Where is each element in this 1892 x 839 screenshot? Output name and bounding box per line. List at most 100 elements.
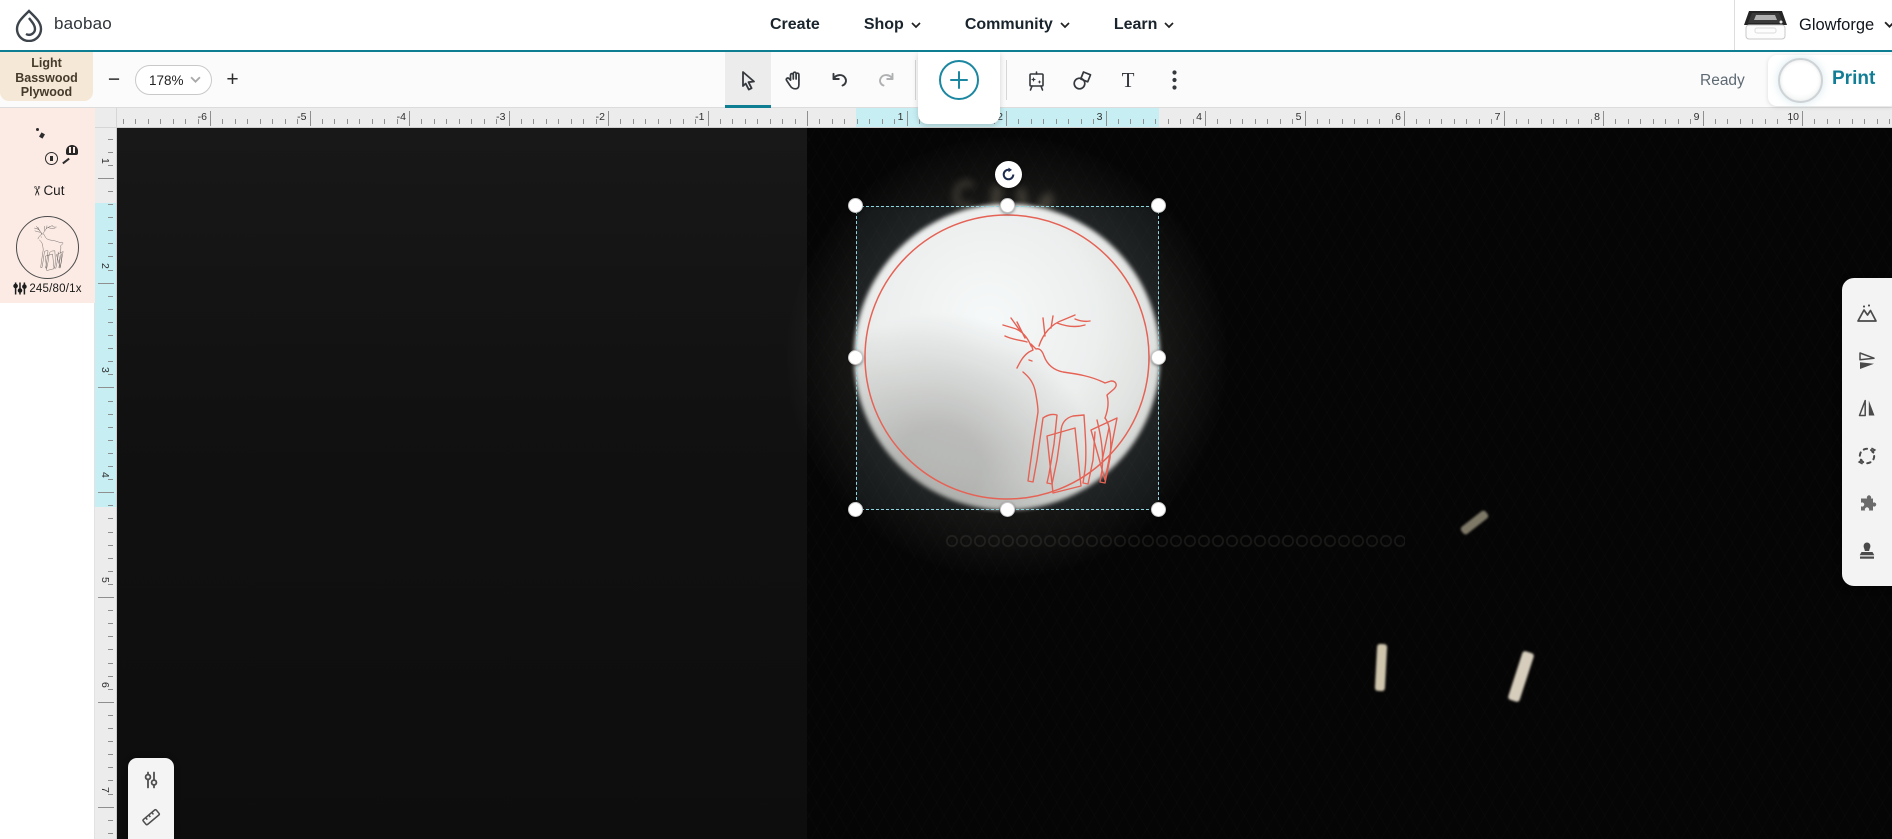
ruler-tick — [1429, 119, 1430, 124]
nav-create[interactable]: Create — [770, 16, 820, 34]
nav-divider — [1734, 0, 1735, 50]
ruler-tick — [285, 119, 286, 124]
shapes-tool-button[interactable] — [1059, 52, 1105, 108]
step-thumbnail-mark — [62, 158, 70, 165]
ruler-tick — [844, 119, 845, 124]
ruler-tick — [260, 119, 261, 124]
glowforge-leaf-icon[interactable] — [14, 9, 44, 42]
undo-button[interactable] — [817, 52, 863, 108]
ruler-tick — [108, 754, 113, 755]
ruler-tick — [708, 111, 709, 126]
print-label[interactable]: Print — [1832, 68, 1875, 90]
ruler-tick — [1765, 119, 1766, 124]
ruler-label: 8 — [1582, 111, 1600, 123]
outline-effects-button[interactable] — [1855, 444, 1879, 468]
pan-tool-button[interactable] — [771, 52, 817, 108]
design-title[interactable]: baobao — [54, 14, 112, 34]
kebab-icon — [1172, 70, 1177, 90]
resize-handle-sw[interactable] — [848, 502, 863, 517]
add-artwork-button[interactable] — [939, 60, 979, 100]
resize-handle-ne[interactable] — [1151, 198, 1166, 213]
text-icon: T — [1122, 68, 1135, 93]
selected-steps-group[interactable]: ✂Cut 245/80/1x — [0, 100, 95, 303]
ruler-tick — [108, 741, 113, 742]
bed-camera-left-region — [117, 128, 807, 839]
machine-status: Ready — [1700, 72, 1745, 90]
measure-button[interactable] — [140, 806, 162, 828]
material-button[interactable]: Light Basswood Plywood — [0, 52, 93, 101]
device-selector[interactable]: Glowforge — [1742, 0, 1892, 50]
ruler-tick — [108, 636, 113, 637]
ruler-tick — [645, 119, 646, 124]
stamp-icon — [1856, 540, 1878, 562]
ruler-tick — [108, 558, 113, 559]
ruler-tick — [108, 518, 113, 519]
zoom-level-dropdown[interactable]: 178% — [135, 65, 212, 95]
ruler-tick — [235, 119, 236, 124]
ruler-tick — [1504, 111, 1505, 126]
ruler-label: 3 — [1085, 111, 1103, 123]
ruler-tick — [173, 119, 174, 124]
ruler-tick — [434, 119, 435, 124]
resize-handle-e[interactable] — [1151, 350, 1166, 365]
ruler-tick — [882, 119, 883, 124]
select-tool-button[interactable] — [725, 52, 771, 108]
shapes-icon — [1071, 69, 1094, 92]
ruler-tick — [907, 111, 908, 126]
resize-handle-se[interactable] — [1151, 502, 1166, 517]
chevron-down-icon — [1060, 22, 1070, 29]
vertical-ruler: 1234567 — [95, 128, 117, 839]
resize-handle-n[interactable] — [1000, 198, 1015, 213]
stamp-tool-button[interactable] — [1856, 540, 1878, 562]
ruler-tick — [108, 348, 113, 349]
cursor-icon — [737, 69, 759, 91]
ruler-tick — [1230, 119, 1231, 124]
ruler-label: 6 — [99, 682, 111, 696]
chevron-down-icon — [911, 22, 921, 29]
resize-handle-nw[interactable] — [848, 198, 863, 213]
ruler-tick — [108, 676, 113, 677]
sliders-icon — [13, 281, 27, 296]
nav-community[interactable]: Community — [965, 16, 1070, 34]
more-tools-button[interactable] — [1151, 52, 1197, 108]
printer-photo-icon — [1742, 10, 1789, 41]
ruler-tick — [1541, 119, 1542, 124]
ruler-tick — [1640, 119, 1641, 124]
focus-sliders-icon — [141, 770, 161, 790]
rotate-handle[interactable] — [995, 161, 1022, 188]
resize-handle-s[interactable] — [1000, 502, 1015, 517]
zoom-level-value: 178% — [149, 73, 184, 88]
ruler-tick — [1715, 119, 1716, 124]
flip-vertical-button[interactable] — [1856, 350, 1878, 372]
ruler-tick — [832, 119, 833, 124]
scissors-icon: ✂ — [28, 186, 44, 197]
ruler-corner — [95, 108, 117, 128]
ruler-tick — [1255, 119, 1256, 124]
flip-horizontal-button[interactable] — [1856, 397, 1878, 419]
selection-bounding-box[interactable] — [856, 206, 1159, 510]
nav-learn[interactable]: Learn — [1114, 16, 1175, 34]
text-tool-button[interactable]: T — [1105, 52, 1151, 108]
trace-tool-button[interactable] — [1013, 52, 1059, 108]
ruler-tick — [1006, 111, 1007, 126]
ruler-label: -3 — [488, 111, 506, 123]
ruler-tick — [1043, 119, 1044, 124]
zoom-out-button[interactable]: − — [102, 66, 126, 94]
ruler-tick — [359, 119, 360, 124]
photo-effects-button[interactable] — [1855, 303, 1879, 325]
step-cut[interactable]: ✂Cut — [0, 183, 95, 199]
zoom-in-button[interactable]: + — [221, 66, 245, 94]
ruler-tick — [1877, 119, 1878, 124]
workspace-canvas[interactable] — [117, 128, 1892, 839]
nav-shop[interactable]: Shop — [864, 16, 921, 34]
step-engrave-thumbnail[interactable] — [16, 216, 79, 279]
print-button[interactable] — [1778, 58, 1823, 103]
step-manual-settings[interactable]: 245/80/1x — [0, 281, 95, 296]
resize-handle-w[interactable] — [848, 350, 863, 365]
set-focus-button[interactable] — [141, 770, 161, 790]
toolbar-divider — [1006, 60, 1007, 100]
apps-button[interactable] — [1856, 493, 1878, 515]
ruler-tick — [757, 119, 758, 124]
ruler-tick — [633, 119, 634, 124]
redo-button[interactable] — [863, 52, 909, 108]
